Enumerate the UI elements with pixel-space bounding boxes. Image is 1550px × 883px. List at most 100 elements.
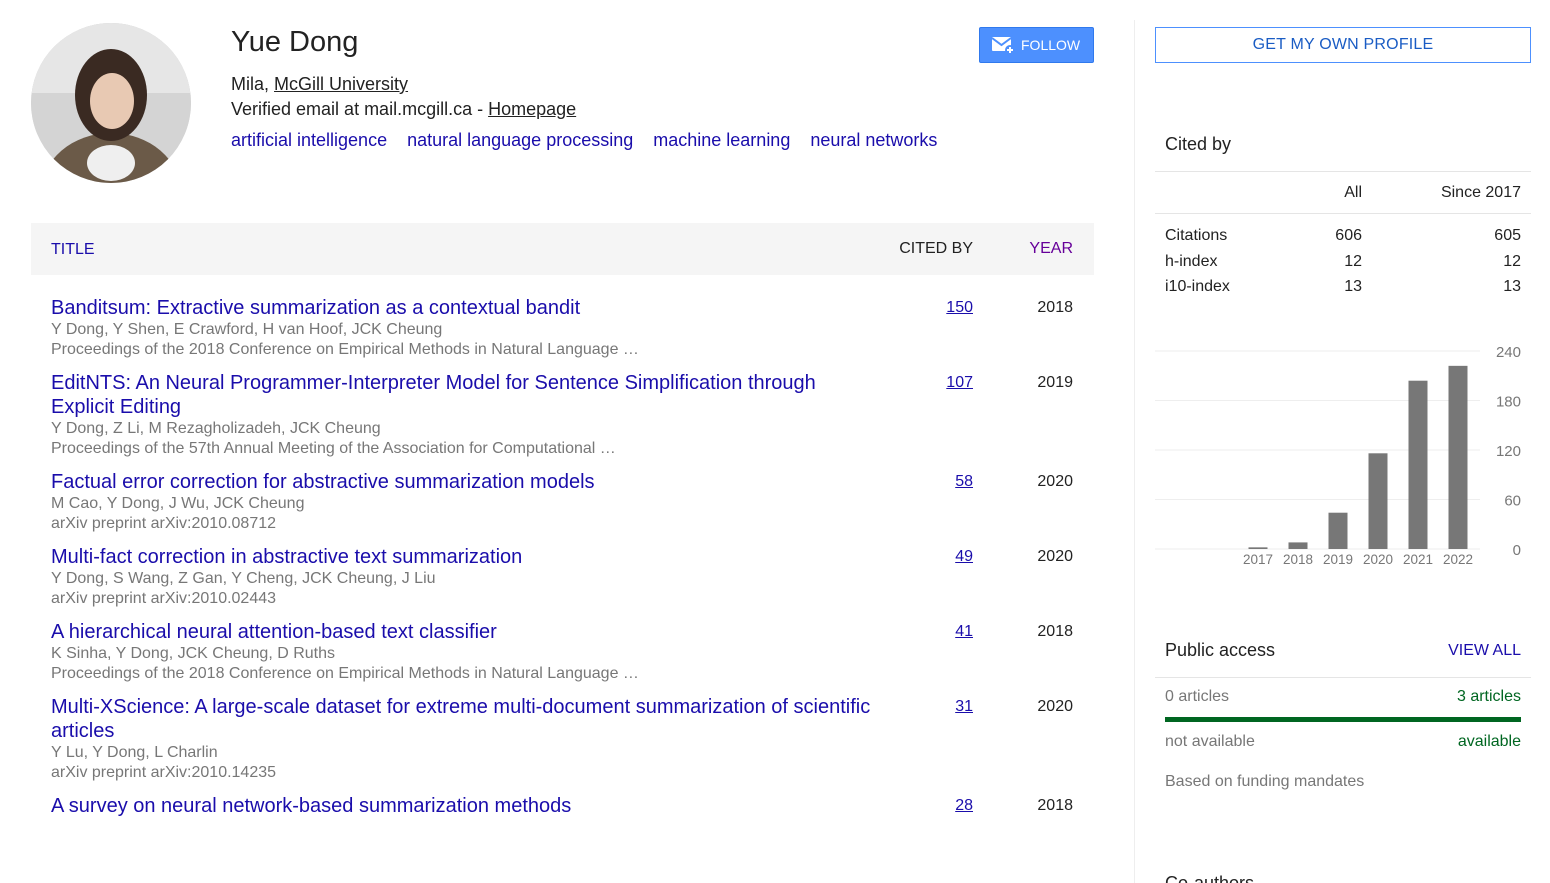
article-title[interactable]: Multi-XScience: A large-scale dataset fo… [51,695,881,743]
citations-per-year-chart: 0 60 120 180 240 2017 2018 2019 2020 2021 2022 [1155,344,1521,567]
verified-email-text: Verified email at mail.mcgill.ca - [231,99,489,119]
table-row: Factual error correction for abstractive… [31,459,1094,534]
stat-all: 13 [1344,278,1362,295]
stat-all: 606 [1335,227,1362,244]
chart-y-tick-label: 180 [1496,394,1521,411]
public-access-view-all[interactable]: VIEW ALL [1448,642,1521,660]
stat-label: Citations [1165,227,1228,244]
chart-y-tick-label: 60 [1504,493,1521,510]
chart-bar-2017 [1248,547,1268,549]
affiliation-link[interactable]: McGill University [274,74,408,94]
stat-label: h-index [1165,253,1218,270]
envelope-plus-icon [991,37,1015,55]
follow-label: FOLLOW [1021,37,1081,53]
chart-bar-2018 [1288,542,1308,549]
article-title[interactable]: Multi-fact correction in abstractive tex… [51,545,881,569]
articles-table-header: TITLE CITED BY YEAR [31,223,1094,275]
article-authors: Y Lu, Y Dong, L Charlin [51,744,218,761]
cited-col-since: Since 2017 [1440,184,1521,201]
article-year: 2018 [1037,797,1073,814]
follow-button[interactable]: FOLLOW [979,27,1094,63]
cited-by-count[interactable]: 107 [946,374,973,392]
interest-link[interactable]: natural language processing [407,128,633,152]
coauthors-heading: Co-authors [1165,873,1255,883]
article-authors: K Sinha, Y Dong, JCK Cheung, D Ruths [51,645,336,662]
stat-since: 12 [1503,253,1521,270]
article-authors: Y Dong, Y Shen, E Crawford, H van Hoof, … [51,321,443,338]
table-row: A hierarchical neural attention-based te… [31,609,1094,684]
article-year: 2020 [1037,473,1073,490]
cited-by-count[interactable]: 28 [955,797,973,815]
not-available-label: not available [1165,733,1255,750]
affiliation-prefix: Mila, [231,74,275,94]
article-title[interactable]: A hierarchical neural attention-based te… [51,620,881,644]
article-venue: Proceedings of the 2018 Conference on Em… [51,665,639,682]
article-year: 2020 [1037,548,1073,565]
interest-link[interactable]: artificial intelligence [231,128,387,152]
homepage-link[interactable]: Homepage [488,99,576,119]
not-available-count[interactable]: 0 articles [1165,688,1229,706]
table-row: EditNTS: An Neural Programmer-Interprete… [31,360,1094,459]
stat-label: i10-index [1165,278,1230,295]
article-title[interactable]: A survey on neural network-based summari… [51,794,881,818]
article-year: 2018 [1037,623,1073,640]
article-year: 2019 [1037,374,1073,391]
article-title[interactable]: Banditsum: Extractive summarization as a… [51,296,881,320]
chart-bar-2019 [1328,512,1348,549]
chart-y-tick-label: 0 [1513,542,1521,559]
cited-by-count[interactable]: 150 [946,299,973,317]
stat-row-i10-index: i10-index 13 13 [1165,278,1521,298]
cited-by-count[interactable]: 41 [955,623,973,641]
chart-bar-2020 [1368,453,1388,549]
article-venue: arXiv preprint arXiv:2010.08712 [51,515,277,532]
chart-y-tick-label: 240 [1496,344,1521,361]
funding-mandates-note: Based on funding mandates [1165,773,1365,790]
profile-email: Verified email at mail.mcgill.ca - Homep… [231,97,576,121]
divider-line [1155,677,1531,678]
chart-x-tick-label: 2017 [1243,552,1273,567]
interest-link[interactable]: machine learning [653,128,790,152]
research-interests: artificial intelligence natural language… [231,128,937,152]
stat-all: 12 [1344,253,1362,270]
column-divider [1134,20,1135,883]
chart-bar-2021 [1408,380,1428,549]
sort-by-year[interactable]: YEAR [1029,240,1073,258]
cited-by-count[interactable]: 58 [955,473,973,491]
interest-link[interactable]: neural networks [810,128,937,152]
get-my-own-profile-button[interactable]: GET MY OWN PROFILE [1155,27,1531,63]
article-venue: Proceedings of the 57th Annual Meeting o… [51,440,616,457]
article-venue: arXiv preprint arXiv:2010.14235 [51,764,277,781]
stat-since: 605 [1494,227,1521,244]
stat-row-h-index: h-index 12 12 [1165,253,1521,273]
cited-col-all: All [1344,184,1362,201]
article-year: 2018 [1037,299,1073,316]
stat-since: 13 [1503,278,1521,295]
profile-affiliation: Mila, McGill University [231,72,408,96]
available-label: available [1457,733,1521,750]
stat-row-citations: Citations 606 605 [1165,227,1521,247]
sort-by-title[interactable]: TITLE [51,241,95,259]
articles-list: Banditsum: Extractive summarization as a… [31,285,1094,818]
divider-line [1155,213,1531,214]
chart-x-tick-label: 2022 [1443,552,1473,567]
cited-by-count[interactable]: 31 [955,698,973,716]
article-title[interactable]: Factual error correction for abstractive… [51,470,881,494]
article-venue: arXiv preprint arXiv:2010.02443 [51,590,277,607]
article-authors: M Cao, Y Dong, J Wu, JCK Cheung [51,495,305,512]
chart-x-tick-label: 2018 [1283,552,1313,567]
divider-line [1155,171,1531,172]
chart-x-tick-label: 2021 [1403,552,1433,567]
public-access-bar-fill [1165,717,1521,722]
chart-x-tick-label: 2019 [1323,552,1353,567]
profile-photo [31,23,191,183]
profile-name: Yue Dong [231,26,359,58]
public-access-bar [1165,717,1521,722]
article-authors: Y Dong, Z Li, M Rezagholizadeh, JCK Cheu… [51,420,381,437]
cited-by-count[interactable]: 49 [955,548,973,566]
article-title[interactable]: EditNTS: An Neural Programmer-Interprete… [51,371,881,419]
chart-y-tick-label: 120 [1496,443,1521,460]
available-count[interactable]: 3 articles [1457,688,1521,706]
table-row: A survey on neural network-based summari… [31,783,1094,818]
sort-by-cited[interactable]: CITED BY [899,240,973,258]
article-authors: Y Dong, S Wang, Z Gan, Y Cheng, JCK Cheu… [51,570,436,587]
